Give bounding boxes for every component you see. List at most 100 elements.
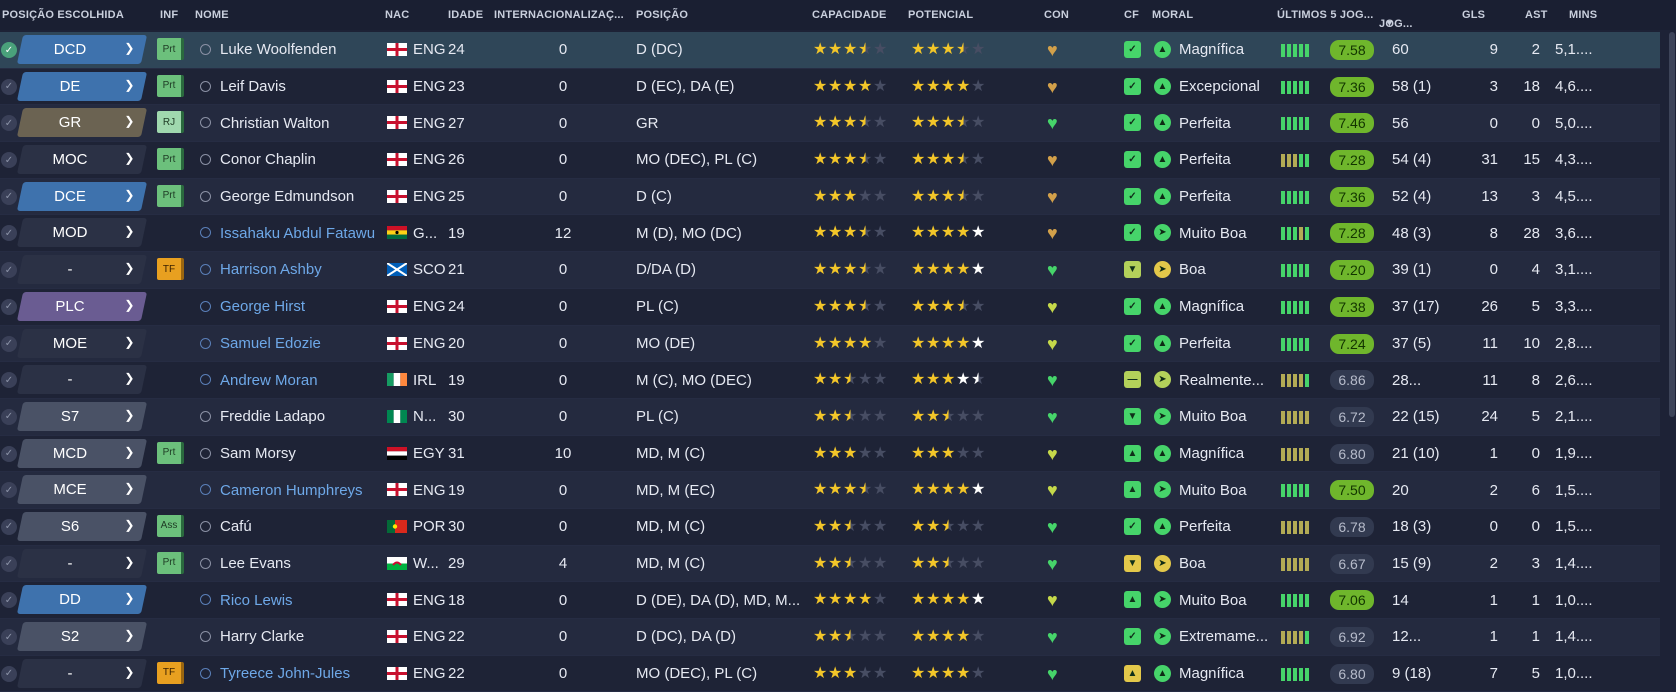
table-row[interactable]: ✓ DE ❯ Prt Leif Davis ENG 23 0 D (EC), DA (E) ★★★… bbox=[0, 68, 1660, 106]
table-row[interactable]: ✓ - ❯ Prt Lee Evans W... 29 4 MD, M (C) ★★★★★ ★★★★… bbox=[0, 545, 1660, 583]
position-select[interactable]: DCE ❯ bbox=[16, 181, 148, 211]
col-intl[interactable]: INTERNACIONALIZAÇ... bbox=[494, 9, 624, 21]
position-select[interactable]: S2 ❯ bbox=[16, 622, 148, 651]
row-select-checkbox[interactable]: ✓ bbox=[1, 372, 17, 389]
table-row[interactable]: ✓ MOD ❯ Issahaku Abdul Fatawu G... 19 12 M (D),… bbox=[0, 215, 1660, 253]
table-row[interactable]: ✓ PLC ❯ George Hirst ENG 24 0 PL (C) ★★★★★ ★★★★★ ♥… bbox=[0, 288, 1660, 326]
player-name-link[interactable]: Freddie Ladapo bbox=[220, 399, 382, 435]
table-row[interactable]: ✓ GR ❯ RJ Christian Walton ENG 27 0 GR ★★★★★ ★★★★★… bbox=[0, 105, 1660, 143]
position-select[interactable]: GR ❯ bbox=[16, 108, 148, 138]
table-row[interactable]: ✓ MCD ❯ Prt Sam Morsy EGY 31 10 MD, M (C) ★★★★★ ★★… bbox=[0, 435, 1660, 473]
position-select[interactable]: - ❯ bbox=[16, 255, 148, 285]
player-name-link[interactable]: Tyreece John-Jules bbox=[220, 656, 382, 692]
row-select-checkbox[interactable]: ✓ bbox=[1, 482, 17, 499]
vertical-scrollbar[interactable] bbox=[1668, 32, 1676, 682]
position-select[interactable]: S7 ❯ bbox=[16, 401, 148, 431]
col-age[interactable]: IDADE bbox=[448, 9, 483, 21]
potential-star: ★ bbox=[956, 628, 971, 645]
table-row[interactable]: ✓ - ❯ Andrew Moran IRL 19 0 M (C), MO (DEC) ★★★★… bbox=[0, 362, 1660, 399]
position-select[interactable]: DD ❯ bbox=[16, 585, 148, 615]
position-select[interactable]: S6 ❯ bbox=[16, 511, 148, 541]
table-row[interactable]: ✓ S2 ❯ Harry Clarke ENG 22 0 D (DC), DA (D) ★★★★… bbox=[0, 619, 1660, 656]
table-row[interactable]: ✓ DCE ❯ Prt George Edmundson ENG 25 0 D (C) ★★★★★… bbox=[0, 178, 1660, 216]
player-name-link[interactable]: George Edmundson bbox=[220, 179, 382, 215]
row-select-checkbox[interactable]: ✓ bbox=[1, 42, 17, 58]
table-row[interactable]: ✓ DCD ❯ Prt Luke Woolfenden ENG 24 0 D (DC) ★★★★★… bbox=[0, 32, 1660, 69]
position-select[interactable]: DCD ❯ bbox=[16, 35, 148, 64]
player-name-link[interactable]: Christian Walton bbox=[220, 105, 382, 141]
table-row[interactable]: ✓ - ❯ TF Tyreece John-Jules ENG 22 0 MO (DEC), P… bbox=[0, 655, 1660, 692]
table-row[interactable]: ✓ MOE ❯ Samuel Edozie ENG 20 0 MO (DE) ★★★★★ ★★★★… bbox=[0, 325, 1660, 363]
row-select-checkbox[interactable]: ✓ bbox=[1, 225, 17, 242]
row-select-checkbox[interactable]: ✓ bbox=[1, 555, 17, 572]
table-row[interactable]: ✓ S6 ❯ Ass Cafú POR 30 0 MD, M (C) ★★★★★ ★★★★★ ♥ ✓ ▲ P… bbox=[0, 508, 1660, 546]
player-name-link[interactable]: Andrew Moran bbox=[220, 362, 382, 398]
row-select-checkbox[interactable]: ✓ bbox=[1, 78, 17, 95]
player-name-link[interactable]: Harry Clarke bbox=[220, 619, 382, 655]
flag-irl-icon bbox=[387, 373, 407, 387]
morale-text: Perfeita bbox=[1179, 151, 1231, 169]
position-select[interactable]: MOC ❯ bbox=[16, 145, 148, 175]
table-row[interactable]: ✓ MCE ❯ Cameron Humphreys ENG 19 0 MD, M (EC) ★★… bbox=[0, 472, 1660, 509]
row-select-checkbox[interactable]: ✓ bbox=[1, 665, 17, 682]
col-morale[interactable]: MORAL bbox=[1152, 9, 1193, 21]
row-select-checkbox[interactable]: ✓ bbox=[1, 518, 17, 535]
row-select-checkbox[interactable]: ✓ bbox=[1, 152, 17, 169]
col-position[interactable]: POSIÇÃO bbox=[636, 9, 688, 21]
col-nat[interactable]: NAC bbox=[385, 9, 409, 21]
row-select-checkbox[interactable]: ✓ bbox=[1, 592, 17, 609]
col-name[interactable]: NOME bbox=[195, 9, 229, 21]
player-name-link[interactable]: Lee Evans bbox=[220, 546, 382, 582]
flag-eng-icon bbox=[387, 43, 407, 56]
col-inf[interactable]: INF bbox=[160, 9, 178, 21]
col-pos-chosen[interactable]: POSIÇÃO ESCOLHIDA bbox=[2, 9, 124, 21]
player-name-link[interactable]: Luke Woolfenden bbox=[220, 32, 382, 68]
average-rating: 7.58 bbox=[1330, 40, 1374, 60]
table-row[interactable]: ✓ - ❯ TF Harrison Ashby SCO 21 0 D/DA (D) ★★★★★ ★★… bbox=[0, 252, 1660, 289]
col-goals[interactable]: GLS bbox=[1462, 9, 1485, 21]
row-select-checkbox[interactable]: ✓ bbox=[1, 445, 17, 462]
position-select[interactable]: MCE ❯ bbox=[16, 475, 148, 505]
col-con[interactable]: CON bbox=[1044, 9, 1069, 21]
ability-star: ★ bbox=[843, 407, 858, 425]
player-name-link[interactable]: Issahaku Abdul Fatawu bbox=[220, 215, 382, 251]
player-name-link[interactable]: Cafú bbox=[220, 509, 382, 545]
col-assists[interactable]: AST bbox=[1525, 9, 1548, 21]
row-select-checkbox[interactable]: ✓ bbox=[1, 115, 17, 132]
col-ability[interactable]: CAPACIDADE bbox=[812, 9, 887, 21]
position-select[interactable]: - ❯ bbox=[16, 658, 148, 688]
player-name-link[interactable]: Conor Chaplin bbox=[220, 142, 382, 178]
scrollbar-thumb[interactable] bbox=[1669, 32, 1675, 417]
position-select[interactable]: MCD ❯ bbox=[16, 438, 148, 468]
age: 26 bbox=[448, 151, 465, 169]
col-mins[interactable]: MINS bbox=[1569, 9, 1597, 21]
col-potential[interactable]: POTENCIAL bbox=[908, 9, 973, 21]
player-name-link[interactable]: Leif Davis bbox=[220, 69, 382, 105]
col-last5[interactable]: ÚLTIMOS 5 JOG... bbox=[1277, 9, 1374, 21]
row-select-checkbox[interactable]: ✓ bbox=[1, 262, 17, 279]
row-select-checkbox[interactable]: ✓ bbox=[1, 188, 17, 205]
row-select-checkbox[interactable]: ✓ bbox=[1, 629, 17, 645]
player-name-link[interactable]: Sam Morsy bbox=[220, 436, 382, 472]
assists: 28 bbox=[1523, 224, 1540, 242]
player-name-link[interactable]: Harrison Ashby bbox=[220, 252, 382, 288]
position-select[interactable]: DE ❯ bbox=[16, 71, 148, 101]
player-name-link[interactable]: Samuel Edozie bbox=[220, 326, 382, 362]
international-caps: 0 bbox=[558, 78, 568, 96]
row-select-checkbox[interactable]: ✓ bbox=[1, 408, 17, 425]
form-bar bbox=[1305, 557, 1309, 571]
table-row[interactable]: ✓ DD ❯ Rico Lewis ENG 18 0 D (DE), DA (D), MD, … bbox=[0, 582, 1660, 619]
player-name-link[interactable]: Rico Lewis bbox=[220, 582, 382, 618]
position-select[interactable]: PLC ❯ bbox=[16, 291, 148, 321]
row-select-checkbox[interactable]: ✓ bbox=[1, 298, 17, 315]
col-cf[interactable]: CF bbox=[1124, 9, 1139, 21]
table-row[interactable]: ✓ MOC ❯ Prt Conor Chaplin ENG 26 0 MO (DEC), PL … bbox=[0, 142, 1660, 179]
player-name-link[interactable]: George Hirst bbox=[220, 289, 382, 325]
position-select[interactable]: MOE ❯ bbox=[16, 328, 148, 358]
table-row[interactable]: ✓ S7 ❯ Freddie Ladapo N... 30 0 PL (C) ★★★★★ ★★★★… bbox=[0, 398, 1660, 436]
position-select[interactable]: - ❯ bbox=[16, 365, 148, 395]
position-select[interactable]: MOD ❯ bbox=[16, 218, 148, 248]
position-select[interactable]: - ❯ bbox=[16, 548, 148, 578]
row-select-checkbox[interactable]: ✓ bbox=[1, 335, 17, 352]
player-name-link[interactable]: Cameron Humphreys bbox=[220, 472, 382, 508]
